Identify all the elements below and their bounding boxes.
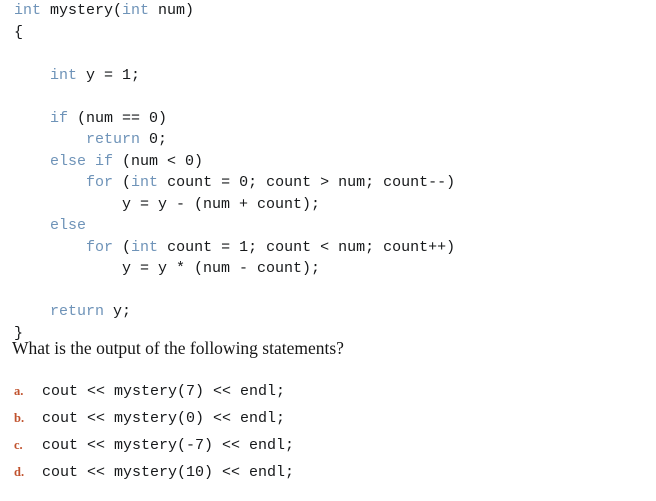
- code-line: return y;: [0, 301, 656, 323]
- code-line: else if (num < 0): [0, 151, 656, 173]
- code-keyword: int: [14, 2, 42, 19]
- option-label: a.: [14, 384, 24, 398]
- option-label: c.: [14, 438, 23, 452]
- code-line: int y = 1;: [0, 65, 656, 87]
- code-text: (: [113, 174, 132, 191]
- code-keyword: for: [86, 238, 114, 256]
- option-row[interactable]: b. cout << mystery(0) << endl;: [0, 405, 656, 432]
- question-prompt: What is the output of the following stat…: [12, 338, 344, 358]
- option-code: cout << mystery(7) << endl;: [42, 383, 286, 400]
- code-keyword: if: [50, 109, 69, 127]
- code-keyword: for: [86, 174, 114, 191]
- code-text: num): [149, 2, 195, 19]
- code-keyword: int: [131, 174, 159, 191]
- option-code: cout << mystery(0) << endl;: [42, 410, 286, 427]
- code-text: (num == 0): [68, 109, 168, 127]
- code-text: y;: [104, 303, 132, 320]
- code-line: if (num == 0): [0, 108, 656, 130]
- code-keyword: int: [50, 66, 78, 84]
- option-label: d.: [14, 465, 25, 479]
- code-line: int mystery(int num): [0, 0, 656, 22]
- code-keyword: return: [86, 131, 141, 148]
- code-text: count = 1; count < num; count++): [158, 238, 456, 256]
- exercise-page: int mystery(int num){ int y = 1; if (num…: [0, 0, 656, 501]
- code-keyword: return: [50, 303, 105, 320]
- code-text: {: [14, 23, 24, 41]
- code-text: (: [113, 238, 132, 256]
- code-keyword: else if: [50, 152, 114, 170]
- code-text: y = y - (num + count);: [122, 195, 321, 213]
- code-line: y = y * (num - count);: [0, 258, 656, 280]
- code-keyword: else: [50, 217, 87, 234]
- code-text: y = y * (num - count);: [122, 260, 321, 277]
- code-text: (num < 0): [113, 152, 204, 170]
- option-code: cout << mystery(10) << endl;: [42, 464, 295, 481]
- option-code: cout << mystery(-7) << endl;: [42, 437, 295, 454]
- option-row[interactable]: c. cout << mystery(-7) << endl;: [0, 432, 656, 459]
- code-text: mystery(: [41, 2, 123, 19]
- code-line: y = y - (num + count);: [0, 194, 656, 216]
- code-keyword: int: [131, 238, 159, 256]
- code-text: 0;: [140, 131, 168, 148]
- code-text: count = 0; count > num; count--): [158, 174, 456, 191]
- code-line: for (int count = 0; count > num; count--…: [0, 172, 656, 194]
- code-line: else: [0, 215, 656, 237]
- code-line: {: [0, 22, 656, 44]
- code-text: y = 1;: [77, 66, 141, 84]
- options-list: a. cout << mystery(7) << endl; b. cout << m…: [0, 378, 656, 486]
- code-line: return 0;: [0, 129, 656, 151]
- code-keyword: int: [122, 2, 150, 19]
- code-listing: int mystery(int num){ int y = 1; if (num…: [0, 0, 656, 344]
- option-row[interactable]: d. cout << mystery(10) << endl;: [0, 459, 656, 486]
- option-row[interactable]: a. cout << mystery(7) << endl;: [0, 378, 656, 405]
- code-line: for (int count = 1; count < num; count++…: [0, 237, 656, 259]
- option-label: b.: [14, 411, 25, 425]
